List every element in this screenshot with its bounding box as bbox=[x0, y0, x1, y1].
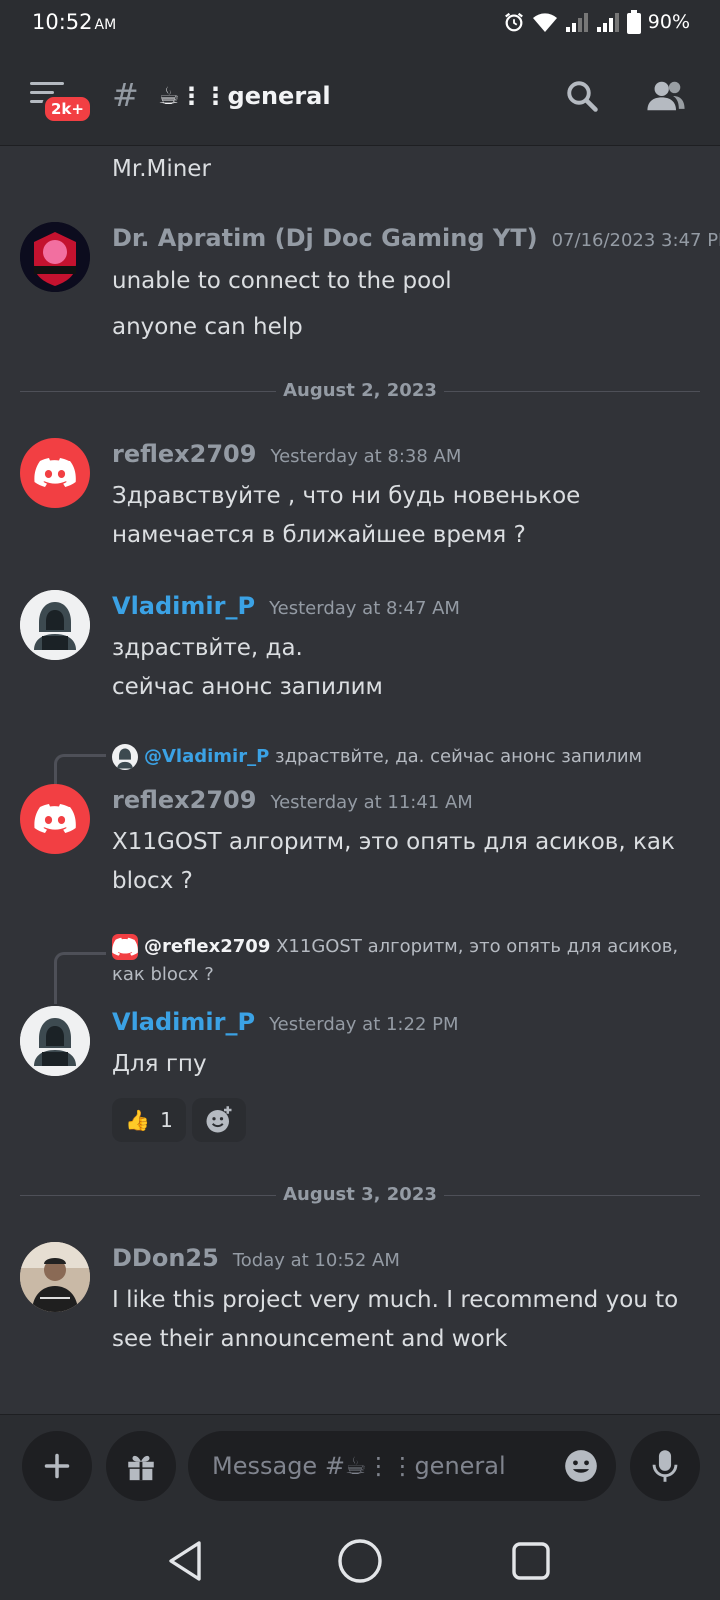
system-nav-bar bbox=[0, 1516, 720, 1600]
avatar-image bbox=[20, 222, 90, 292]
message-author[interactable]: reflex2709 Yesterday at 11:41 AM bbox=[112, 786, 473, 814]
discord-logo-icon bbox=[34, 804, 76, 833]
date-divider: August 3, 2023 bbox=[20, 1184, 700, 1208]
author-name[interactable]: Vladimir_P bbox=[112, 1008, 255, 1036]
message-input-container[interactable] bbox=[188, 1431, 616, 1501]
server-menu-button[interactable]: 2k+ bbox=[30, 80, 93, 124]
avatar[interactable] bbox=[20, 438, 90, 508]
battery-percent: 90% bbox=[647, 11, 690, 33]
gift-icon bbox=[128, 1455, 154, 1481]
members-icon[interactable] bbox=[646, 78, 686, 114]
channel-header: 2k+ # ☕⋮⋮general bbox=[0, 48, 720, 146]
alarm-icon bbox=[504, 12, 523, 32]
reply-connector bbox=[54, 754, 106, 788]
message-text: anyone can help bbox=[112, 314, 303, 340]
message-timestamp: Yesterday at 8:38 AM bbox=[270, 446, 462, 467]
avatar[interactable] bbox=[20, 784, 90, 854]
home-icon bbox=[338, 1539, 382, 1583]
message-text: Здравствуйте , что ни будь новенькое bbox=[112, 483, 581, 509]
signal-icon-2 bbox=[596, 13, 619, 32]
message-input[interactable] bbox=[212, 1431, 542, 1501]
message-text: unable to connect to the pool bbox=[112, 268, 452, 294]
avatar-image bbox=[20, 590, 90, 660]
message-text: здраствйте, да. bbox=[112, 635, 303, 661]
message-composer bbox=[0, 1414, 720, 1516]
author-name[interactable]: reflex2709 bbox=[112, 786, 256, 814]
message-timestamp: Today at 10:52 AM bbox=[232, 1250, 400, 1271]
reply-mention[interactable]: @reflex2709 bbox=[144, 936, 270, 957]
clock: 10:52 bbox=[32, 10, 93, 34]
message-timestamp: Yesterday at 8:47 AM bbox=[269, 598, 460, 619]
reply-avatar bbox=[112, 934, 138, 960]
reply-preview[interactable]: @Vladimir_P здраствйте, да. сейчас анонс… bbox=[112, 744, 642, 770]
avatar[interactable] bbox=[20, 222, 90, 292]
author-name[interactable]: Vladimir_P bbox=[112, 592, 255, 620]
voice-message-button[interactable] bbox=[630, 1431, 700, 1501]
gift-button[interactable] bbox=[106, 1431, 176, 1501]
status-bar: 10:52 AM 90% bbox=[0, 0, 720, 48]
avatar-image bbox=[20, 1006, 90, 1076]
plus-icon bbox=[44, 1453, 70, 1479]
home-button[interactable] bbox=[335, 1536, 385, 1586]
battery-icon bbox=[626, 10, 641, 34]
message-author[interactable]: Dr. Apratim (Dj Doc Gaming YT) 07/16/2023… bbox=[112, 224, 720, 252]
back-button[interactable] bbox=[160, 1536, 210, 1586]
message-author[interactable]: DDon25 Today at 10:52 AM bbox=[112, 1244, 400, 1272]
status-time: 10:52 AM bbox=[32, 10, 116, 34]
recents-icon bbox=[512, 1542, 550, 1580]
date-divider: August 2, 2023 bbox=[20, 380, 700, 404]
attach-button[interactable] bbox=[22, 1431, 92, 1501]
reaction-count: 1 bbox=[160, 1108, 173, 1132]
reply-preview[interactable]: @reflex2709 X11GOST алгоритм, это опять … bbox=[112, 934, 678, 960]
wifi-icon bbox=[532, 13, 557, 32]
discord-logo-icon bbox=[34, 458, 76, 487]
message-text: see their announcement and work bbox=[112, 1326, 508, 1352]
status-icons: 90% bbox=[503, 10, 690, 34]
microphone-icon bbox=[652, 1450, 678, 1482]
avatar[interactable] bbox=[20, 1242, 90, 1312]
add-reaction-icon bbox=[206, 1106, 232, 1133]
reply-text: здраствйте, да. сейчас анонс запилим bbox=[275, 746, 643, 767]
back-icon bbox=[169, 1541, 201, 1581]
reply-connector bbox=[54, 952, 106, 1004]
search-icon[interactable] bbox=[564, 78, 600, 114]
mention-badge: 2k+ bbox=[42, 94, 93, 124]
message-text: Mr.Miner bbox=[112, 156, 211, 182]
message-timestamp: Yesterday at 1:22 PM bbox=[269, 1014, 459, 1035]
avatar-image bbox=[20, 1242, 90, 1312]
message-author[interactable]: Vladimir_P Yesterday at 1:22 PM bbox=[112, 1008, 459, 1036]
clock-ampm: AM bbox=[94, 17, 117, 33]
hash-icon: # bbox=[112, 76, 139, 114]
message-author[interactable]: Vladimir_P Yesterday at 8:47 AM bbox=[112, 592, 460, 620]
add-reaction-button[interactable] bbox=[192, 1098, 246, 1142]
message-text: сейчас анонс запилим bbox=[112, 674, 383, 700]
message-text: Для гпу bbox=[112, 1051, 207, 1077]
author-name[interactable]: reflex2709 bbox=[112, 440, 256, 468]
reply-text: X11GOST алгоритм, это опять для асиков, bbox=[276, 936, 679, 957]
emoji-icon[interactable] bbox=[562, 1447, 600, 1485]
message-text: I like this project very much. I recomme… bbox=[112, 1287, 679, 1313]
message-author[interactable]: reflex2709 Yesterday at 8:38 AM bbox=[112, 440, 461, 468]
reply-avatar bbox=[112, 744, 138, 770]
message-timestamp: 07/16/2023 3:47 PM bbox=[551, 230, 720, 251]
message-timestamp: Yesterday at 11:41 AM bbox=[270, 792, 473, 813]
message-text: X11GOST алгоритм, это опять для асиков, … bbox=[112, 829, 675, 855]
avatar[interactable] bbox=[20, 590, 90, 660]
channel-title[interactable]: ☕⋮⋮general bbox=[158, 82, 331, 110]
divider-label: August 2, 2023 bbox=[283, 380, 437, 401]
thumbs-up-icon: 👍 bbox=[125, 1108, 151, 1132]
author-name[interactable]: DDon25 bbox=[112, 1244, 219, 1272]
reply-text-continued: как blocx ? bbox=[112, 964, 214, 985]
author-name[interactable]: Dr. Apratim (Dj Doc Gaming YT) bbox=[112, 224, 538, 252]
message-text: намечается в ближайшее время ? bbox=[112, 522, 526, 548]
message-text: blocx ? bbox=[112, 868, 193, 894]
reaction-thumbs-up[interactable]: 👍 1 bbox=[112, 1098, 186, 1142]
recents-button[interactable] bbox=[506, 1536, 556, 1586]
divider-label: August 3, 2023 bbox=[283, 1184, 437, 1205]
avatar[interactable] bbox=[20, 1006, 90, 1076]
signal-icon bbox=[565, 13, 588, 32]
reply-mention[interactable]: @Vladimir_P bbox=[144, 746, 269, 767]
